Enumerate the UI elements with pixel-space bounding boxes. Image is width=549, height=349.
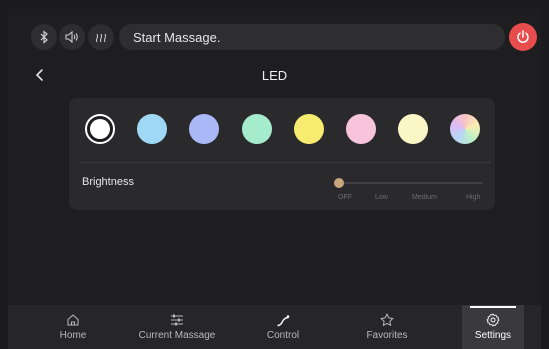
- bluetooth-icon[interactable]: [31, 24, 57, 50]
- swatch-periwinkle[interactable]: [189, 114, 219, 144]
- swatch-white[interactable]: [85, 114, 115, 144]
- sliders-icon: [171, 314, 183, 326]
- divider: [81, 162, 491, 163]
- status-field: Start Massage.: [119, 24, 505, 50]
- nav-label-home: Home: [59, 330, 87, 341]
- nav-item-favorites[interactable]: Favorites: [358, 305, 416, 349]
- swatch-cream[interactable]: [398, 114, 428, 144]
- nav-item-settings[interactable]: Settings: [462, 305, 524, 349]
- swatch-rainbow[interactable]: [450, 114, 480, 144]
- control-icon: [277, 315, 290, 327]
- brightness-level-medium: Medium: [412, 194, 437, 201]
- top-bar: Start Massage.: [8, 9, 541, 61]
- brightness-level-off: OFF: [338, 194, 352, 201]
- nav-label-settings: Settings: [474, 330, 512, 341]
- nav-item-home[interactable]: Home: [48, 305, 98, 349]
- brightness-label: Brightness: [82, 176, 134, 188]
- brightness-slider[interactable]: [334, 178, 483, 188]
- swatch-white-fill: [90, 119, 110, 139]
- nav-label-favorites: Favorites: [366, 330, 408, 341]
- status-text: Start Massage.: [133, 29, 221, 45]
- nav-item-current-massage[interactable]: Current Massage: [133, 305, 221, 349]
- swatch-pink[interactable]: [346, 114, 376, 144]
- swatch-mint[interactable]: [242, 114, 272, 144]
- home-icon: [67, 314, 79, 326]
- brightness-level-low: Low: [375, 194, 388, 201]
- bottom-nav: Home Current Massage Control Favorites S…: [8, 305, 541, 349]
- power-icon: [517, 30, 529, 43]
- power-button[interactable]: [509, 23, 537, 51]
- page-title: LED: [261, 68, 288, 83]
- brightness-slider-thumb[interactable]: [334, 178, 344, 188]
- heat-icon[interactable]: [88, 24, 114, 50]
- gear-icon: [486, 313, 500, 327]
- swatch-yellow[interactable]: [294, 114, 324, 144]
- volume-icon[interactable]: [59, 24, 85, 50]
- active-tab-indicator: [470, 306, 516, 308]
- swatch-light-blue[interactable]: [137, 114, 167, 144]
- led-panel: Brightness OFF Low Medium High: [69, 98, 495, 210]
- nav-label-control: Control: [266, 330, 300, 341]
- brightness-level-high: High: [466, 194, 481, 201]
- nav-label-current-massage: Current Massage: [138, 330, 216, 341]
- nav-item-control[interactable]: Control: [258, 305, 308, 349]
- color-swatches: [85, 114, 481, 144]
- app-frame: Start Massage. LED Brightness OFF Low Me…: [8, 9, 541, 349]
- star-icon: [380, 313, 394, 327]
